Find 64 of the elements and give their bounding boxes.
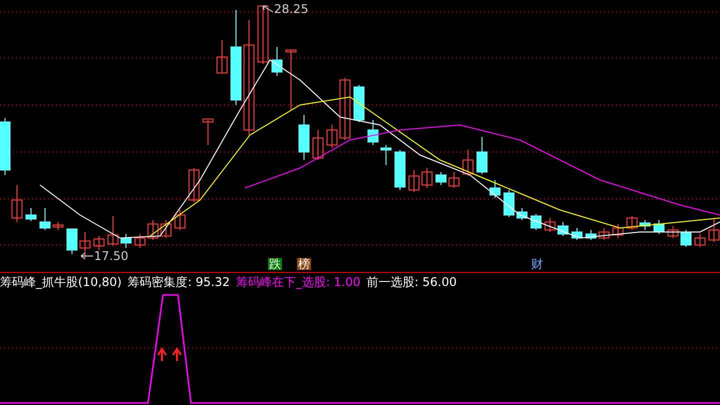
candlestick [654,220,664,234]
candlestick [408,170,420,192]
candlestick [52,222,64,230]
candlestick [326,124,338,148]
candlestick [544,218,556,232]
candlestick [26,208,36,222]
arrow-icon [80,252,94,260]
candlestick [12,184,22,222]
candlestick [668,226,678,238]
candlestick [80,232,90,258]
indicator-readout: 前一选股: 56.00 [366,276,457,288]
indicator-readout: 筹码峰_抓牛股(10,80) [0,276,122,288]
candlestick [40,208,50,230]
indicator-readout: 筹码密集度: 95.32 [128,276,230,288]
candlestick [312,130,324,160]
indicator-readout: 筹码峰在下_选股: 1.00 [236,276,361,288]
candlestick [148,220,158,240]
candlestick [462,150,474,176]
candlestick [516,208,528,220]
up-arrow-icon [172,347,182,362]
price-label: 28.25 [274,3,308,15]
candlestick [680,230,692,248]
event-badge[interactable]: 跌 [268,258,282,270]
candlestick [108,216,118,246]
candlestick [380,144,392,166]
candlestick [436,172,446,186]
candlestick [612,224,624,238]
event-badge[interactable]: 榜 [297,258,311,270]
candlestick [640,220,650,230]
candlestick [572,228,582,240]
candlestick [202,118,214,146]
candlestick [586,230,596,240]
candlestick [258,6,268,64]
candlestick [598,228,610,240]
event-badge[interactable]: 财 [530,258,544,270]
candlestick [626,216,638,230]
candlestick [174,210,186,230]
price-label: 17.50 [94,250,128,262]
candlestick [558,222,568,236]
candlestick [134,234,146,248]
up-arrow-icon [157,347,167,362]
arrow-icon [262,4,274,14]
candlestick [188,168,200,202]
candlestick [504,190,514,218]
candlestick [286,50,296,110]
candlestick [340,78,350,140]
candlestick [272,46,282,76]
candlestick [448,172,460,188]
candlestick [476,136,488,174]
candlestick [394,150,406,190]
candlestick [694,234,706,248]
candlestick [120,234,132,248]
candlestick [160,220,172,238]
candlestick [354,84,364,122]
candlestick [216,40,228,74]
candlestick [94,236,104,250]
candlestick [66,228,78,254]
candlestick [298,114,310,160]
candlestick [368,120,378,146]
candlestick [530,214,542,230]
candlestick [490,180,500,198]
candlestick [0,118,10,176]
candlestick [708,218,720,242]
candlestick [422,168,432,188]
